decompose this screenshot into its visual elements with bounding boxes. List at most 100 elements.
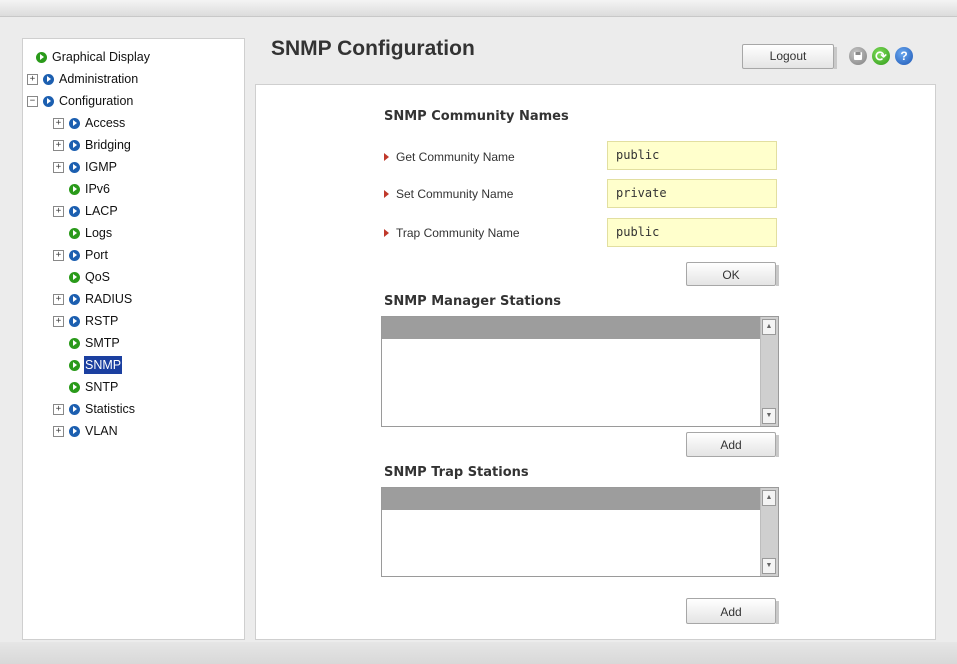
green-bullet-icon: [69, 359, 80, 371]
blue-bullet-icon: [69, 425, 80, 437]
get-community-label: Get Community Name: [384, 150, 515, 164]
tree-item-label: RSTP: [85, 314, 119, 328]
scroll-up-icon[interactable]: ▲: [762, 490, 776, 506]
tree-item-label: Logs: [85, 226, 113, 240]
field-label-text: Set Community Name: [396, 187, 514, 201]
ok-button[interactable]: OK: [686, 262, 779, 286]
blue-bullet-icon: [69, 315, 80, 327]
logout-button[interactable]: Logout: [742, 44, 837, 69]
blue-bullet-icon: [69, 117, 80, 129]
tree-item-radius[interactable]: + RADIUS: [53, 290, 133, 308]
refresh-icon[interactable]: ⟳: [872, 47, 890, 65]
tree-item-statistics[interactable]: + Statistics: [53, 400, 136, 418]
tree-item-label: Statistics: [85, 402, 136, 416]
navigation-tree: Graphical Display + Administration − Con…: [22, 38, 245, 640]
tree-item-bridging[interactable]: + Bridging: [53, 136, 132, 154]
blue-bullet-icon: [69, 205, 80, 217]
green-bullet-icon: [69, 381, 80, 393]
tree-item-label: Configuration: [59, 94, 134, 108]
tree-item-logs[interactable]: Logs: [69, 224, 113, 242]
blue-bullet-icon: [69, 139, 80, 151]
add-manager-button[interactable]: Add: [686, 432, 779, 457]
green-bullet-icon: [36, 51, 47, 63]
tree-item-sntp[interactable]: SNTP: [69, 378, 119, 396]
arrow-right-icon: [384, 153, 389, 161]
content-panel: SNMP Community Names Get Community Name …: [255, 84, 936, 640]
tree-item-label: SNTP: [85, 380, 119, 394]
tree-item-label: QoS: [85, 270, 111, 284]
vertical-scrollbar[interactable]: ▲ ▼: [760, 317, 778, 426]
expand-icon[interactable]: +: [53, 315, 64, 327]
arrow-right-icon: [384, 229, 389, 237]
scroll-down-icon[interactable]: ▼: [762, 558, 776, 574]
tree-item-igmp[interactable]: + IGMP: [53, 158, 118, 176]
tree-item-label: Bridging: [85, 138, 131, 152]
trap-stations-heading: SNMP Trap Stations: [384, 465, 529, 480]
green-bullet-icon: [69, 337, 80, 349]
tree-item-label-selected: SNMP: [84, 356, 123, 374]
tree-item-rstp[interactable]: + RSTP: [53, 312, 119, 330]
manager-stations-list[interactable]: ▲ ▼: [381, 316, 779, 427]
list-header-row: [382, 317, 760, 339]
tree-item-label: SMTP: [85, 336, 120, 350]
tree-item-port[interactable]: + Port: [53, 246, 109, 264]
blue-bullet-icon: [69, 403, 80, 415]
blue-bullet-icon: [69, 161, 80, 173]
expand-icon[interactable]: +: [53, 205, 64, 217]
expand-icon[interactable]: +: [27, 73, 38, 85]
set-community-field[interactable]: private: [607, 179, 777, 208]
tree-item-smtp[interactable]: SMTP: [69, 334, 121, 352]
tree-item-qos[interactable]: QoS: [69, 268, 111, 286]
tree-item-configuration[interactable]: − Configuration: [27, 92, 134, 110]
blue-bullet-icon: [43, 95, 54, 107]
save-icon-glyph: [854, 52, 862, 60]
list-header-row: [382, 488, 760, 510]
trap-stations-list[interactable]: ▲ ▼: [381, 487, 779, 577]
bottom-bar: [0, 642, 957, 664]
tree-item-ipv6[interactable]: IPv6: [69, 180, 111, 198]
green-bullet-icon: [69, 227, 80, 239]
tree-item-label: RADIUS: [85, 292, 133, 306]
expand-icon[interactable]: +: [53, 117, 64, 129]
save-icon[interactable]: [849, 47, 867, 65]
expand-icon[interactable]: +: [53, 425, 64, 437]
green-bullet-icon: [69, 271, 80, 283]
help-icon[interactable]: ?: [895, 47, 913, 65]
tree-item-label: Access: [85, 116, 126, 130]
community-names-heading: SNMP Community Names: [384, 109, 569, 124]
trap-community-label: Trap Community Name: [384, 226, 520, 240]
tree-item-label: Port: [85, 248, 108, 262]
trap-community-field[interactable]: public: [607, 218, 777, 247]
tree-item-vlan[interactable]: + VLAN: [53, 422, 119, 440]
scroll-down-icon[interactable]: ▼: [762, 408, 776, 424]
blue-bullet-icon: [69, 249, 80, 261]
tree-item-label: VLAN: [85, 424, 118, 438]
expand-icon[interactable]: +: [53, 403, 64, 415]
manager-stations-heading: SNMP Manager Stations: [384, 294, 561, 309]
blue-bullet-icon: [69, 293, 80, 305]
expand-icon[interactable]: +: [53, 293, 64, 305]
tree-item-label: LACP: [85, 204, 118, 218]
tree-item-graphical-display[interactable]: Graphical Display: [36, 48, 151, 66]
set-community-label: Set Community Name: [384, 187, 513, 201]
tree-item-lacp[interactable]: + LACP: [53, 202, 119, 220]
get-community-field[interactable]: public: [607, 141, 777, 170]
tree-item-label: IGMP: [85, 160, 117, 174]
arrow-right-icon: [384, 190, 389, 198]
vertical-scrollbar[interactable]: ▲ ▼: [760, 488, 778, 576]
expand-icon[interactable]: +: [53, 161, 64, 173]
tree-item-access[interactable]: + Access: [53, 114, 126, 132]
scroll-up-icon[interactable]: ▲: [762, 319, 776, 335]
tree-item-snmp[interactable]: SNMP: [69, 356, 123, 374]
collapse-icon[interactable]: −: [27, 95, 38, 107]
green-bullet-icon: [69, 183, 80, 195]
top-bar: [0, 0, 957, 17]
expand-icon[interactable]: +: [53, 249, 64, 261]
blue-bullet-icon: [43, 73, 54, 85]
expand-icon[interactable]: +: [53, 139, 64, 151]
field-label-text: Get Community Name: [396, 150, 515, 164]
tree-item-label: Administration: [59, 72, 139, 86]
add-trap-button[interactable]: Add: [686, 598, 779, 624]
tree-item-label: Graphical Display: [52, 50, 150, 64]
tree-item-administration[interactable]: + Administration: [27, 70, 139, 88]
